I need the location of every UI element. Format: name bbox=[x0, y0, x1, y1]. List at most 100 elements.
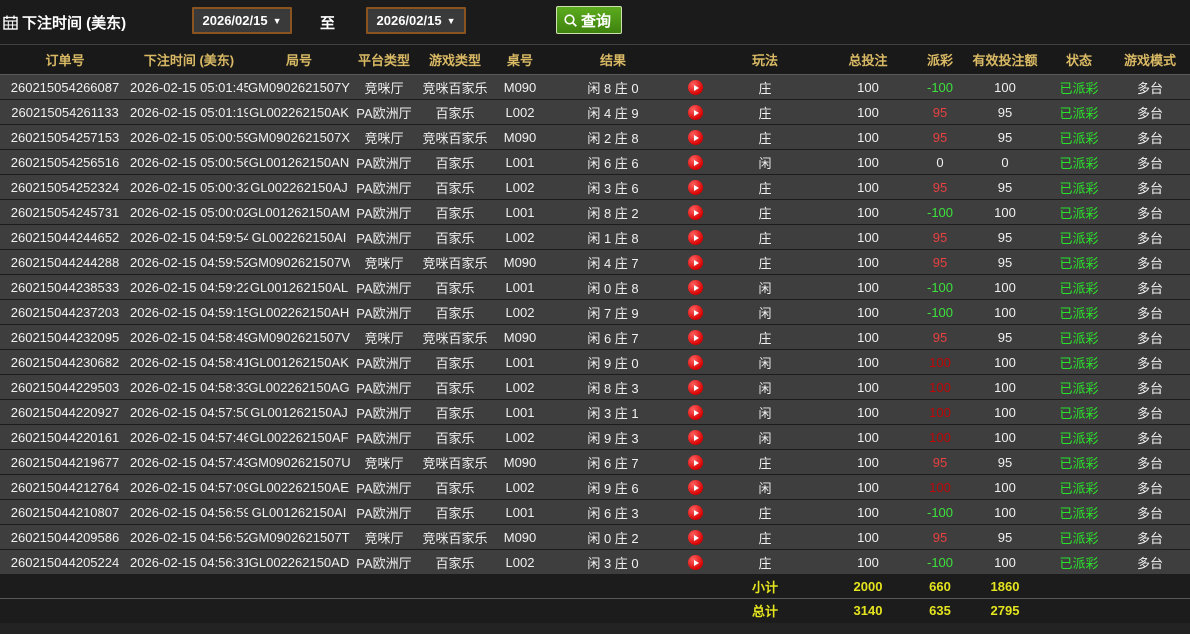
replay-icon[interactable] bbox=[687, 80, 703, 96]
replay-icon[interactable] bbox=[687, 555, 703, 571]
replay-icon[interactable] bbox=[687, 205, 703, 221]
payout-cell: 100 bbox=[918, 474, 962, 500]
payout-cell: -100 bbox=[918, 549, 962, 575]
game-mode-cell: 多台 bbox=[1110, 474, 1190, 500]
search-icon bbox=[563, 13, 578, 28]
play-type-cell: 庄 bbox=[712, 499, 818, 525]
table-row: 260215054257153 2026-02-15 05:00:59 GM0902… bbox=[0, 124, 1190, 150]
payout-cell: 95 bbox=[918, 174, 962, 200]
bet-time-cell: 2026-02-15 04:56:59 bbox=[130, 499, 248, 525]
valid-bet-cell: 95 bbox=[962, 324, 1048, 350]
total-bet-cell: 100 bbox=[818, 274, 918, 300]
valid-bet-cell: 100 bbox=[962, 274, 1048, 300]
replay-icon[interactable] bbox=[687, 280, 703, 296]
replay-icon[interactable] bbox=[687, 180, 703, 196]
payout-cell: 100 bbox=[918, 424, 962, 450]
game-mode-cell: 多台 bbox=[1110, 274, 1190, 300]
table-row: 260215054266087 2026-02-15 05:01:45 GM0902… bbox=[0, 74, 1190, 100]
payout-cell: 95 bbox=[918, 99, 962, 125]
order-number-cell: 260215044209586 bbox=[0, 524, 130, 550]
bet-time-cell: 2026-02-15 05:00:02 bbox=[130, 199, 248, 225]
game-type-cell: 竞咪百家乐 bbox=[418, 449, 492, 475]
replay-icon[interactable] bbox=[687, 305, 703, 321]
order-number-cell: 260215054252324 bbox=[0, 174, 130, 200]
bet-time-cell: 2026-02-15 04:57:46 bbox=[130, 424, 248, 450]
round-number-cell: GL001262150AJ bbox=[248, 399, 350, 425]
result-cell: 闲 8 庄 2 bbox=[548, 199, 678, 225]
valid-bet-cell: 100 bbox=[962, 499, 1048, 525]
replay-icon[interactable] bbox=[687, 480, 703, 496]
round-number-cell: GL002262150AD bbox=[248, 549, 350, 575]
replay-cell bbox=[678, 99, 712, 125]
replay-icon[interactable] bbox=[687, 455, 703, 471]
replay-icon[interactable] bbox=[687, 130, 703, 146]
valid-bet-cell: 95 bbox=[962, 224, 1048, 250]
replay-icon[interactable] bbox=[687, 430, 703, 446]
valid-bet-cell: 95 bbox=[962, 124, 1048, 150]
table-row: 260215054256516 2026-02-15 05:00:56 GL0012… bbox=[0, 149, 1190, 175]
total-bet-cell: 100 bbox=[818, 349, 918, 375]
total-bet-cell: 100 bbox=[818, 149, 918, 175]
chevron-down-icon: ▼ bbox=[446, 15, 456, 26]
replay-icon[interactable] bbox=[687, 155, 703, 171]
status-cell: 已派彩 bbox=[1048, 249, 1110, 275]
game-type-cell: 竞咪百家乐 bbox=[418, 524, 492, 550]
table-number-cell: L002 bbox=[492, 474, 548, 500]
status-cell: 已派彩 bbox=[1048, 449, 1110, 475]
replay-icon[interactable] bbox=[687, 405, 703, 421]
table-number-cell: L002 bbox=[492, 374, 548, 400]
play-type-cell: 闲 bbox=[712, 374, 818, 400]
replay-icon[interactable] bbox=[687, 505, 703, 521]
col-header-play-type: 玩法 bbox=[712, 44, 818, 75]
col-header-platform-type: 平台类型 bbox=[350, 44, 418, 75]
query-button[interactable]: 查询 bbox=[556, 6, 623, 34]
total-bet-cell: 100 bbox=[818, 524, 918, 550]
platform-type-cell: PA欧洲厅 bbox=[350, 549, 418, 575]
payout-cell: 95 bbox=[918, 224, 962, 250]
status-cell: 已派彩 bbox=[1048, 74, 1110, 100]
table-number-cell: L002 bbox=[492, 549, 548, 575]
status-cell: 已派彩 bbox=[1048, 224, 1110, 250]
platform-type-cell: PA欧洲厅 bbox=[350, 199, 418, 225]
valid-bet-cell: 100 bbox=[962, 199, 1048, 225]
col-header-result: 结果 bbox=[548, 44, 678, 75]
table-row: 260215044244288 2026-02-15 04:59:52 GM0902… bbox=[0, 249, 1190, 275]
bet-time-cell: 2026-02-15 04:57:50 bbox=[130, 399, 248, 425]
col-header-replay bbox=[678, 44, 712, 75]
result-cell: 闲 9 庄 0 bbox=[548, 349, 678, 375]
table-number-cell: M090 bbox=[492, 524, 548, 550]
replay-icon[interactable] bbox=[687, 105, 703, 121]
order-number-cell: 260215054245731 bbox=[0, 199, 130, 225]
order-number-cell: 260215054266087 bbox=[0, 74, 130, 100]
replay-icon[interactable] bbox=[687, 330, 703, 346]
replay-cell bbox=[678, 374, 712, 400]
result-cell: 闲 1 庄 8 bbox=[548, 224, 678, 250]
replay-icon[interactable] bbox=[687, 530, 703, 546]
status-cell: 已派彩 bbox=[1048, 124, 1110, 150]
replay-icon[interactable] bbox=[687, 355, 703, 371]
table-row: 260215054261133 2026-02-15 05:01:19 GL0022… bbox=[0, 99, 1190, 125]
total-bet-cell: 100 bbox=[818, 124, 918, 150]
game-type-cell: 百家乐 bbox=[418, 424, 492, 450]
replay-icon[interactable] bbox=[687, 380, 703, 396]
play-type-cell: 闲 bbox=[712, 149, 818, 175]
col-header-payout: 派彩 bbox=[918, 44, 962, 75]
replay-icon[interactable] bbox=[687, 230, 703, 246]
round-number-cell: GM0902621507T bbox=[248, 524, 350, 550]
bet-time-cell: 2026-02-15 04:58:41 bbox=[130, 349, 248, 375]
total-bet-cell: 100 bbox=[818, 99, 918, 125]
game-type-cell: 百家乐 bbox=[418, 149, 492, 175]
status-cell: 已派彩 bbox=[1048, 274, 1110, 300]
platform-type-cell: 竞咪厅 bbox=[350, 249, 418, 275]
payout-cell: 100 bbox=[918, 349, 962, 375]
date-from-select[interactable]: 2026/02/15 ▼ bbox=[192, 7, 292, 34]
date-to-select[interactable]: 2026/02/15 ▼ bbox=[366, 7, 466, 34]
table-row: 260215044238533 2026-02-15 04:59:22 GL0012… bbox=[0, 274, 1190, 300]
platform-type-cell: PA欧洲厅 bbox=[350, 474, 418, 500]
game-mode-cell: 多台 bbox=[1110, 424, 1190, 450]
bet-time-cell: 2026-02-15 05:00:56 bbox=[130, 149, 248, 175]
table-row: 260215044212764 2026-02-15 04:57:09 GL0022… bbox=[0, 474, 1190, 500]
replay-icon[interactable] bbox=[687, 255, 703, 271]
table-number-cell: M090 bbox=[492, 324, 548, 350]
result-cell: 闲 8 庄 0 bbox=[548, 74, 678, 100]
